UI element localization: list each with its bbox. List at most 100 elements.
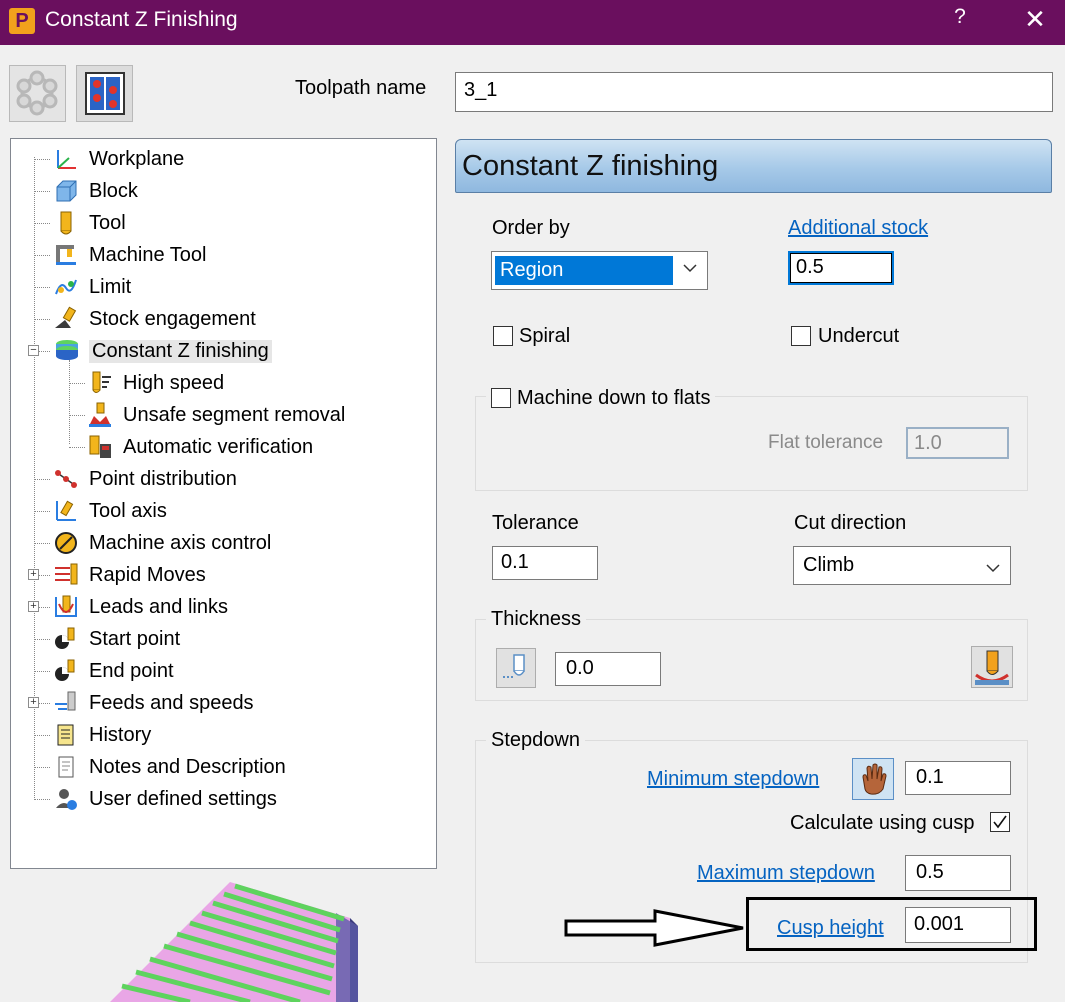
hand-icon	[862, 763, 887, 795]
close-button[interactable]: ✕	[1010, 0, 1060, 40]
machine-axis-icon	[53, 530, 81, 556]
calculate-cusp-label: Calculate using cusp	[790, 812, 975, 834]
order-by-label: Order by	[492, 217, 570, 239]
tree-item-start-point[interactable]: Start point	[53, 624, 180, 654]
tree-item-label: Feeds and speeds	[89, 691, 254, 714]
tree-item-history[interactable]: History	[53, 720, 151, 750]
spiral-checkbox[interactable]	[493, 326, 513, 346]
flat-tolerance-input[interactable]: 1.0	[906, 427, 1009, 459]
collapse-icon[interactable]: −	[28, 345, 39, 356]
tool-icon	[53, 210, 81, 236]
tree-item-constant-z-finishing[interactable]: Constant Z finishing	[53, 336, 272, 366]
chevron-down-icon	[683, 260, 697, 278]
rapid-moves-icon	[53, 562, 81, 588]
tree-item-high-speed[interactable]: High speed	[87, 368, 224, 398]
maximum-stepdown-input[interactable]: 0.5	[905, 855, 1011, 891]
cut-direction-select[interactable]: Climb	[793, 546, 1011, 585]
minimum-stepdown-input[interactable]: 0.1	[905, 761, 1011, 795]
tree-item-leads-and-links[interactable]: Leads and links	[53, 592, 228, 622]
unsafe-segment-icon	[87, 402, 115, 428]
strategy-icon-button[interactable]	[9, 65, 66, 122]
tree-item-workplane[interactable]: Workplane	[53, 144, 184, 174]
tree-item-label: Point distribution	[89, 467, 237, 490]
undercut-checkbox[interactable]	[791, 326, 811, 346]
strategy-icon	[16, 70, 58, 116]
annotation-arrow	[564, 909, 744, 947]
point-distribution-icon	[53, 466, 81, 492]
order-by-selected-value: Region	[495, 256, 673, 285]
tree-guide-line	[34, 191, 50, 192]
spiral-label: Spiral	[519, 325, 571, 347]
block-icon	[53, 178, 81, 204]
thickness-options-button[interactable]	[971, 646, 1013, 688]
tree-guide-line	[34, 799, 50, 800]
machine-down-checkbox[interactable]	[491, 388, 511, 408]
tree-guide-line	[34, 767, 50, 768]
thickness-input[interactable]: 0.0	[555, 652, 661, 686]
expand-icon[interactable]: +	[28, 569, 39, 580]
cut-direction-label: Cut direction	[794, 512, 907, 534]
additional-stock-input[interactable]: 0.5	[788, 251, 894, 285]
tree-guide-line	[34, 735, 50, 736]
order-by-select[interactable]: Region	[491, 251, 708, 290]
tree-guide-line	[34, 543, 50, 544]
tree-item-unsafe-segment-removal[interactable]: Unsafe segment removal	[87, 400, 345, 430]
thickness-tool-icon	[503, 654, 525, 678]
tree-item-label: Stock engagement	[89, 307, 256, 330]
tree-item-machine-tool[interactable]: Machine Tool	[53, 240, 206, 270]
tree-item-user-defined-settings[interactable]: User defined settings	[53, 784, 277, 814]
tree-item-tool[interactable]: Tool	[53, 208, 126, 238]
additional-stock-link[interactable]: Additional stock	[788, 217, 928, 240]
tree-item-label: End point	[89, 659, 174, 682]
expand-icon[interactable]: +	[28, 697, 39, 708]
settings-tree[interactable]: Workplane Block Tool Machine Tool Limit Stock…	[10, 138, 437, 869]
user-settings-icon	[53, 786, 81, 812]
tree-item-limit[interactable]: Limit	[53, 272, 131, 302]
tree-item-label: Limit	[89, 275, 132, 298]
minimum-stepdown-link[interactable]: Minimum stepdown	[647, 768, 819, 791]
tree-item-label: User defined settings	[89, 787, 277, 810]
tree-guide-line	[34, 287, 50, 288]
tree-item-end-point[interactable]: End point	[53, 656, 174, 686]
tree-item-automatic-verification[interactable]: Automatic verification	[87, 432, 313, 462]
tree-item-label: Tool	[89, 211, 126, 234]
thickness-label: Thickness	[486, 608, 587, 631]
cusp-height-link[interactable]: Cusp height	[777, 917, 884, 940]
toolpath-editor-button[interactable]	[76, 65, 133, 122]
high-speed-icon	[87, 370, 115, 396]
tree-guide-line	[34, 639, 50, 640]
start-point-icon	[53, 626, 81, 652]
tree-item-label: Leads and links	[89, 595, 228, 618]
thickness-mode-button[interactable]	[496, 648, 536, 688]
tree-item-label: Unsafe segment removal	[123, 403, 346, 426]
expand-icon[interactable]: +	[28, 601, 39, 612]
maximum-stepdown-link[interactable]: Maximum stepdown	[697, 862, 875, 885]
tree-item-stock-engagement[interactable]: Stock engagement	[53, 304, 256, 334]
tree-item-label: Automatic verification	[123, 435, 314, 458]
tree-item-notes-and-description[interactable]: Notes and Description	[53, 752, 286, 782]
manual-stepdown-button[interactable]	[852, 758, 894, 800]
tree-item-rapid-moves[interactable]: Rapid Moves	[53, 560, 206, 590]
tolerance-input[interactable]: 0.1	[492, 546, 598, 580]
undercut-label: Undercut	[818, 325, 900, 347]
workplane-icon	[53, 146, 81, 172]
calculate-cusp-checkbox[interactable]	[990, 812, 1010, 832]
machine-down-label: Machine down to flats	[517, 386, 711, 409]
tree-item-label: Workplane	[89, 147, 185, 170]
tree-item-machine-axis-control[interactable]: Machine axis control	[53, 528, 271, 558]
cutter-surface-icon	[975, 650, 1009, 685]
machine-tool-icon	[53, 242, 81, 268]
help-button[interactable]: ?	[945, 5, 975, 35]
tree-item-block[interactable]: Block	[53, 176, 138, 206]
tree-item-feeds-and-speeds[interactable]: Feeds and speeds	[53, 688, 254, 718]
toolpath-name-input[interactable]: 3_1	[455, 72, 1053, 112]
toolpath-preview-image	[110, 882, 358, 1002]
cusp-height-input[interactable]: 0.001	[905, 907, 1011, 943]
tree-item-label: High speed	[123, 371, 225, 394]
tree-item-tool-axis[interactable]: Tool axis	[53, 496, 167, 526]
tree-guide-line	[34, 671, 50, 672]
tree-item-point-distribution[interactable]: Point distribution	[53, 464, 237, 494]
tree-item-label: Constant Z finishing	[89, 339, 272, 363]
verification-icon	[87, 434, 115, 460]
tree-guide-line	[34, 159, 50, 160]
